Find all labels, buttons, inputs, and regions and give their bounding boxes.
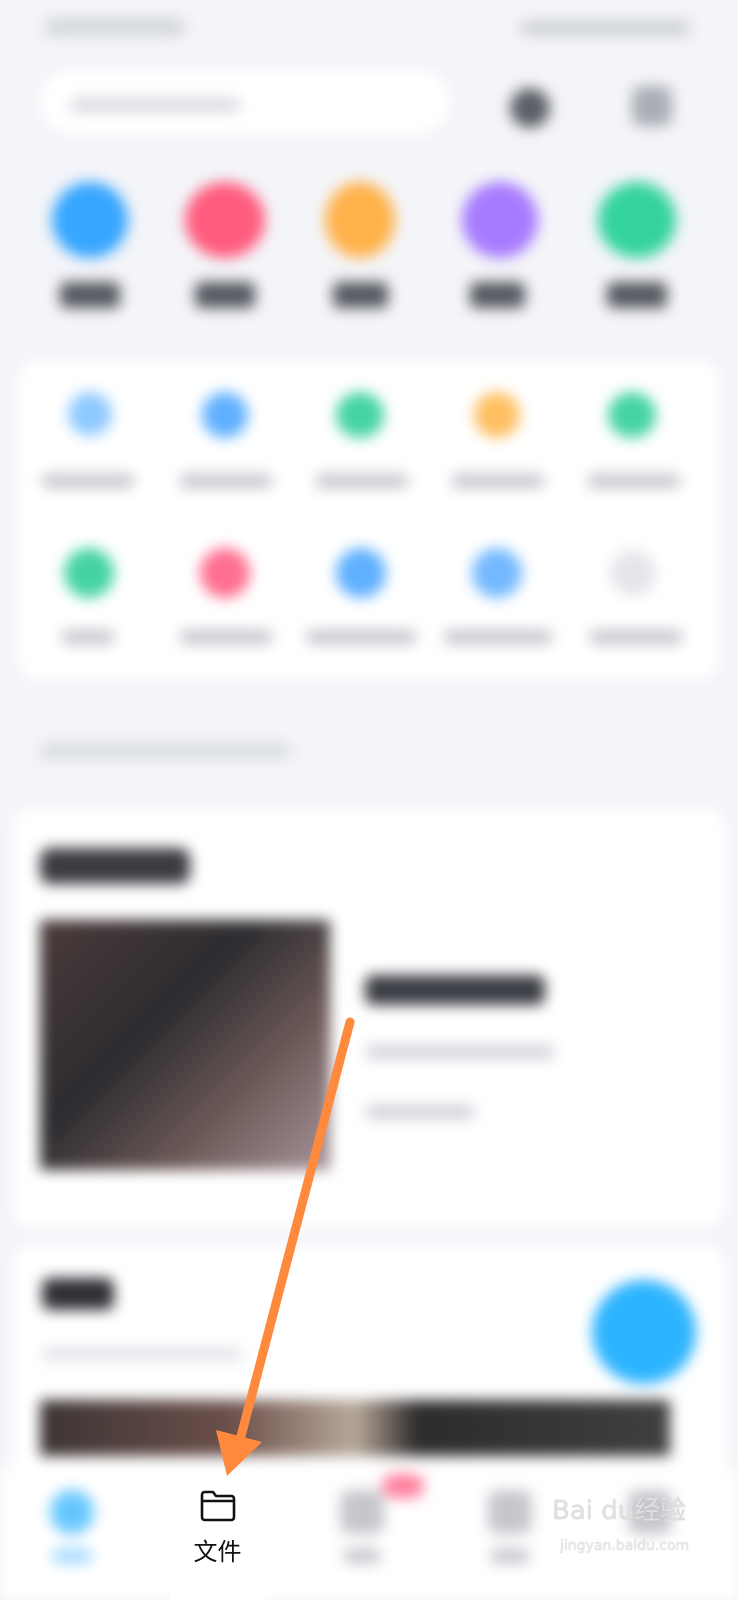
baidu-watermark: Bai du经验 jingyan.baidu.com — [552, 1490, 732, 1554]
watermark-text: Bai du经验 — [552, 1496, 687, 1526]
guide-arrow — [216, 1017, 355, 1476]
watermark-sub: jingyan.baidu.com — [560, 1538, 690, 1554]
